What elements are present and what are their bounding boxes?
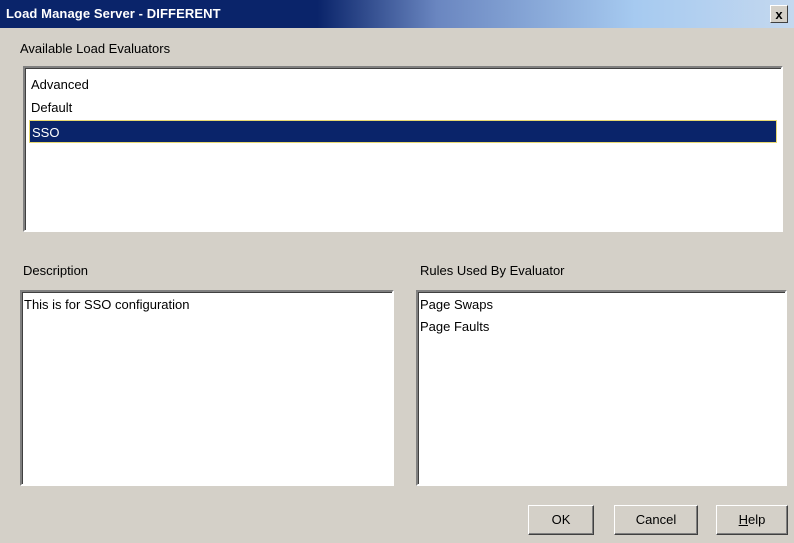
help-mnemonic: H	[738, 512, 749, 527]
close-button[interactable]: x	[770, 5, 788, 23]
rule-item: Page Faults	[420, 319, 490, 334]
evaluators-listbox[interactable]: Advanced Default SSO	[23, 66, 783, 232]
evaluator-item-default[interactable]: Default	[29, 96, 777, 119]
rule-item: Page Swaps	[420, 297, 493, 312]
close-icon: x	[775, 7, 783, 22]
help-button[interactable]: Help	[716, 505, 788, 535]
cancel-button[interactable]: Cancel	[614, 505, 698, 535]
available-evaluators-label: Available Load Evaluators	[20, 41, 171, 56]
description-text: This is for SSO configuration	[24, 297, 190, 312]
evaluator-item-sso[interactable]: SSO	[29, 120, 777, 143]
rules-box: Page Swaps Page Faults	[416, 290, 787, 486]
evaluator-item-advanced[interactable]: Advanced	[29, 73, 777, 96]
description-box: This is for SSO configuration	[20, 290, 394, 486]
help-label: elp	[748, 512, 766, 527]
title-bar[interactable]: Load Manage Server - DIFFERENT x	[0, 0, 794, 28]
rules-label: Rules Used By Evaluator	[420, 263, 565, 278]
load-manage-server-dialog: Load Manage Server - DIFFERENT x Availab…	[0, 0, 794, 543]
window-title: Load Manage Server - DIFFERENT	[6, 6, 221, 21]
ok-button[interactable]: OK	[528, 505, 594, 535]
description-label: Description	[23, 263, 89, 278]
